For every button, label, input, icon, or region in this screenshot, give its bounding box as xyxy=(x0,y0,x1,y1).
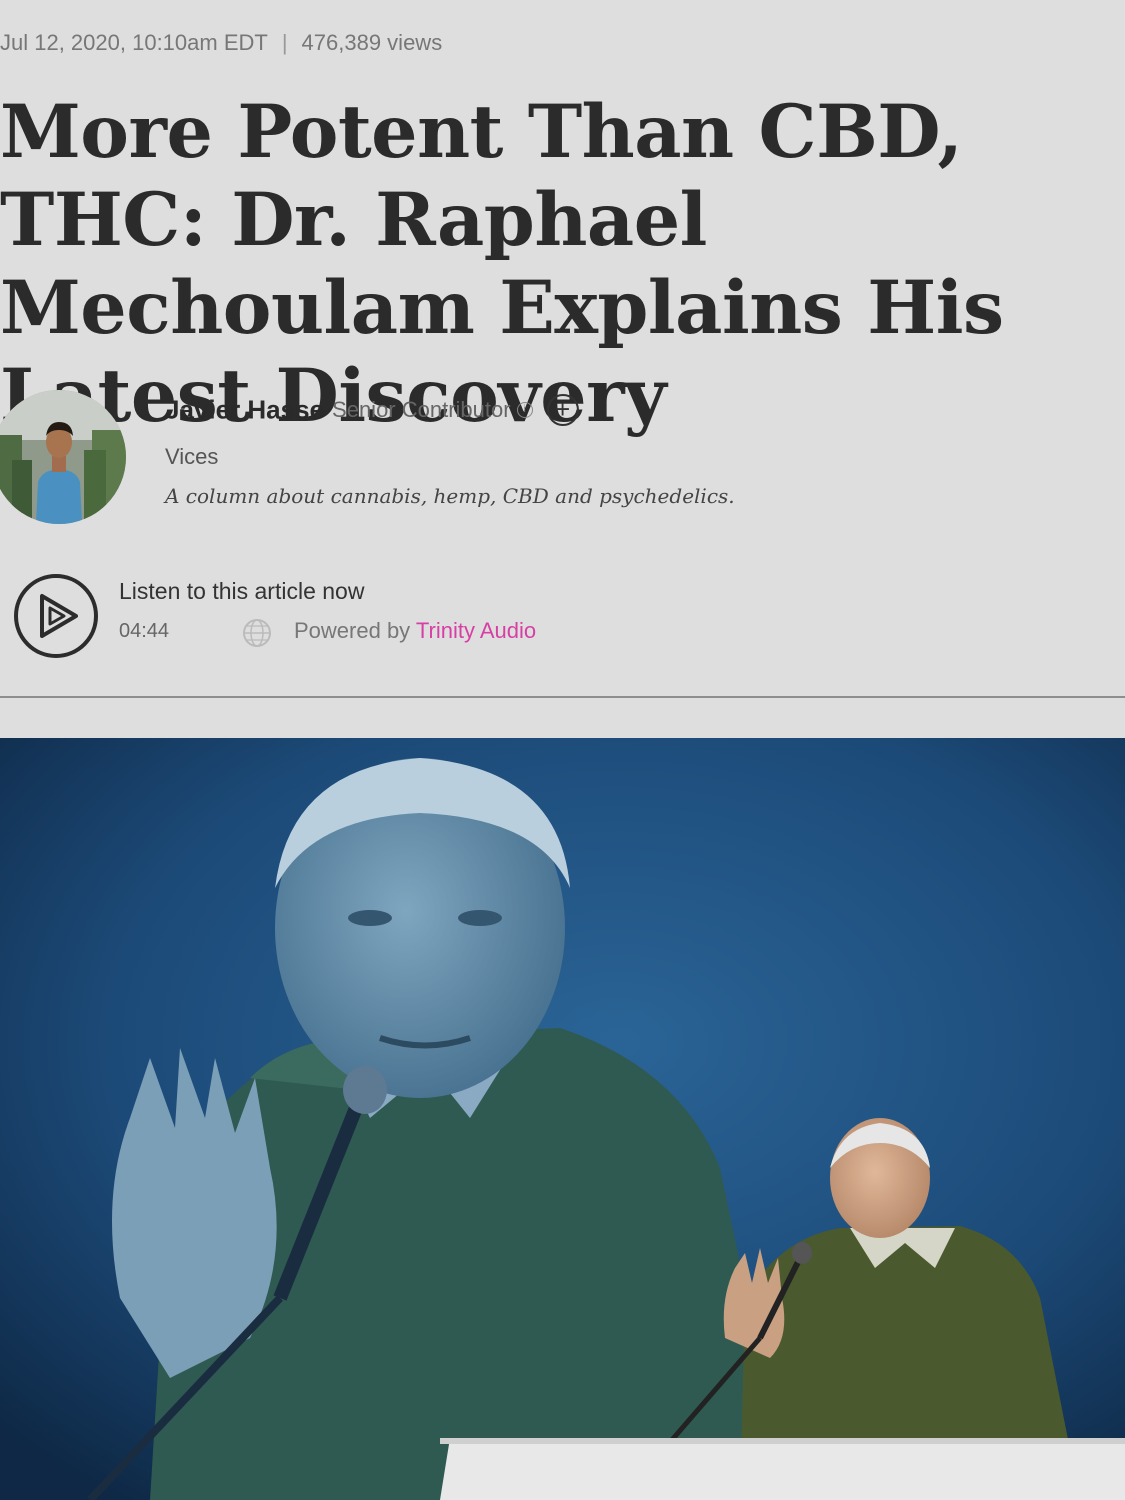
hero-photo xyxy=(0,738,1125,1500)
column-description: A column about cannabis, hemp, CBD and p… xyxy=(165,484,735,508)
powered-by: Powered by Trinity Audio xyxy=(294,618,536,644)
article-title: More Potent Than CBD, THC: Dr. Raphael M… xyxy=(0,89,1004,439)
byline: Javier Hasse Senior Contributor i + xyxy=(165,394,579,426)
listen-label[interactable]: Listen to this article now xyxy=(119,578,364,605)
globe-icon xyxy=(242,618,272,648)
author-role: Senior Contributor xyxy=(332,397,511,422)
info-icon[interactable]: i xyxy=(516,402,533,418)
publish-date: Jul 12, 2020, 10:10am EDT xyxy=(0,30,268,55)
avatar-image xyxy=(0,390,126,524)
article-meta: Jul 12, 2020, 10:10am EDT | 476,389 views xyxy=(0,30,442,56)
section-link-vices[interactable]: Vices xyxy=(165,444,218,470)
trinity-audio-link[interactable]: Trinity Audio xyxy=(416,618,536,643)
powered-label: Powered by xyxy=(294,618,411,643)
author-avatar[interactable] xyxy=(0,390,126,524)
divider xyxy=(0,696,1125,698)
audio-duration: 04:44 xyxy=(119,620,170,642)
follow-plus-icon[interactable]: + xyxy=(546,394,579,426)
article-hero-image xyxy=(0,738,1125,1500)
author-name[interactable]: Javier Hasse xyxy=(165,395,324,425)
view-count: 476,389 views xyxy=(301,30,443,55)
play-icon[interactable] xyxy=(12,572,100,660)
meta-separator: | xyxy=(281,30,288,55)
